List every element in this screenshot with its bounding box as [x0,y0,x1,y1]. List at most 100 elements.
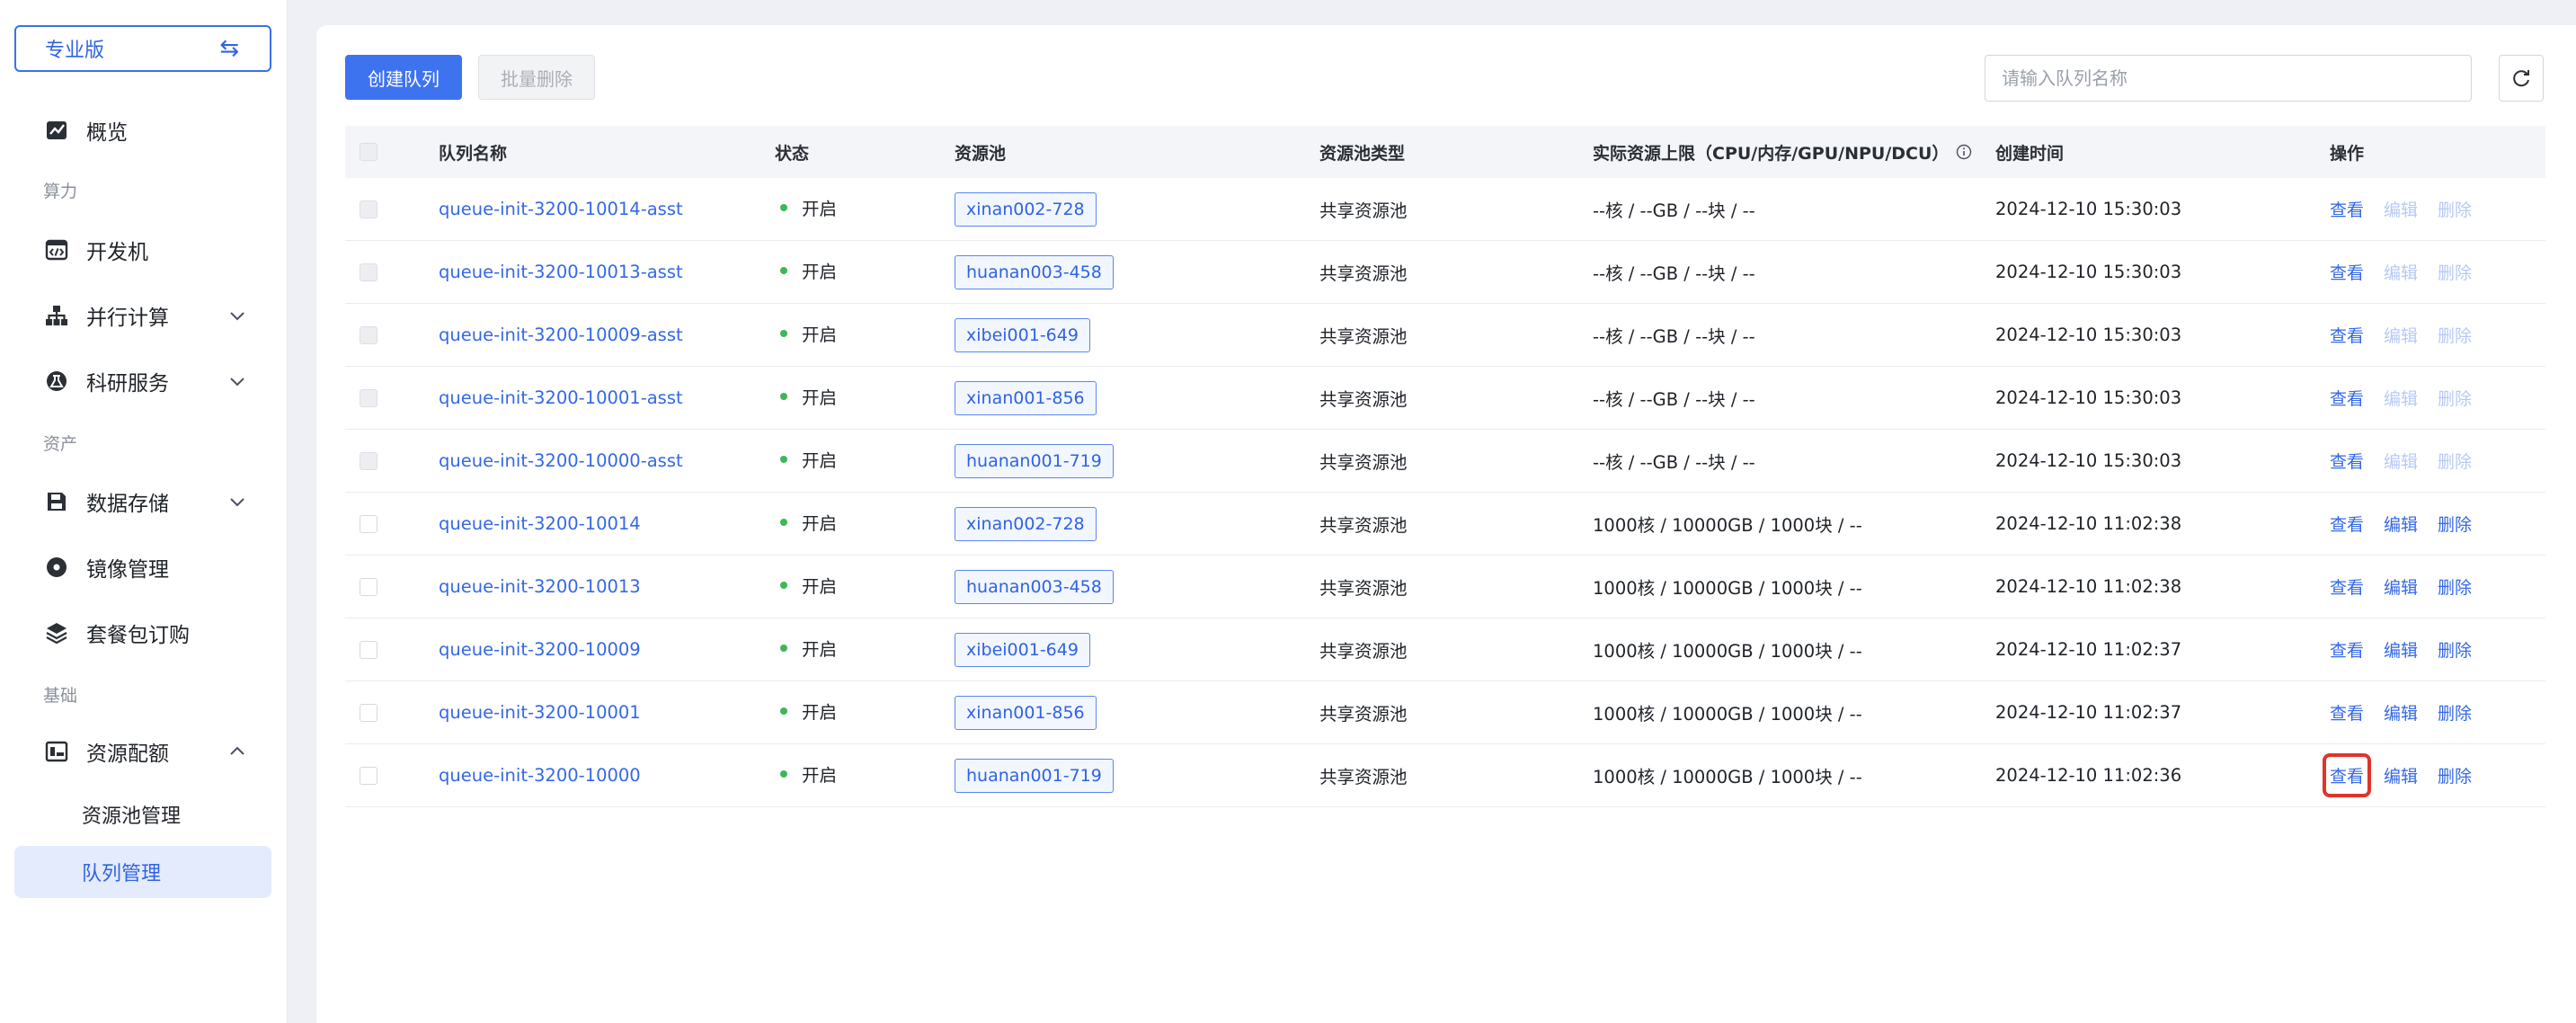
view-link[interactable]: 查看 [2330,700,2364,725]
batch-delete-button[interactable]: 批量删除 [478,55,595,100]
edit-link[interactable]: 编辑 [2384,512,2418,536]
delete-link[interactable]: 删除 [2438,197,2472,221]
edit-link[interactable]: 编辑 [2384,574,2418,599]
edit-link[interactable]: 编辑 [2384,197,2418,221]
status-dot [780,203,787,211]
created-time: 2024-12-10 15:30:03 [1995,325,2182,345]
row-checkbox[interactable] [360,703,378,722]
edit-link[interactable]: 编辑 [2384,763,2418,787]
nav-sub-pool-mgmt[interactable]: 资源池管理 [14,788,271,841]
table-row: queue-init-3200-10014-asst 开启 xinan002-7… [345,178,2545,241]
row-checkbox[interactable] [360,325,378,344]
pool-tag: xibei001-649 [955,632,1090,667]
resource-limit: 1000核 / 10000GB / 1000块 / -- [1593,641,1862,662]
row-checkbox[interactable] [360,388,378,407]
queue-name-link[interactable]: queue-init-3200-10013 [439,576,641,597]
view-link[interactable]: 查看 [2330,449,2364,473]
create-queue-button[interactable]: 创建队列 [345,55,462,100]
edit-link[interactable]: 编辑 [2384,449,2418,473]
nav-item-parallel[interactable]: 并行计算 [14,290,271,341]
swap-arrows-icon: ⇆ [219,35,239,62]
delete-link[interactable]: 删除 [2438,260,2472,284]
save-disk-icon [43,488,70,515]
row-checkbox[interactable] [360,640,378,659]
pool-tag: huanan001-719 [955,758,1114,793]
delete-link[interactable]: 删除 [2438,637,2472,662]
queue-search-input[interactable] [1985,55,2472,102]
row-checkbox[interactable] [360,262,378,281]
created-time: 2024-12-10 11:02:37 [1995,702,2182,723]
delete-link[interactable]: 删除 [2438,449,2472,473]
edit-link[interactable]: 编辑 [2384,323,2418,347]
table-row: queue-init-3200-10013 开启 huanan003-458 共… [345,556,2545,618]
nav-item-research[interactable]: 科研服务 [14,356,271,406]
table-header: 队列名称 状态 资源池 资源池类型 实际资源上限（CPU/内存/GPU/NPU/… [345,126,2545,178]
nav-sub-queue-mgmt[interactable]: 队列管理 [14,846,271,898]
delete-link[interactable]: 删除 [2438,386,2472,410]
flask-icon [43,368,70,395]
nav-item-devbox[interactable]: 开发机 [14,225,271,275]
edition-switch-button[interactable]: 专业版 ⇆ [14,25,271,72]
queue-name-link[interactable]: queue-init-3200-10013-asst [439,262,683,282]
pool-type: 共享资源池 [1319,578,1408,599]
table-body: queue-init-3200-10014-asst 开启 xinan002-7… [345,178,2545,807]
created-time: 2024-12-10 11:02:37 [1995,639,2182,660]
queue-name-link[interactable]: queue-init-3200-10001-asst [439,387,683,408]
chevron-down-icon [230,312,244,321]
view-link[interactable]: 查看 [2330,637,2364,662]
queue-name-link[interactable]: queue-init-3200-10014 [439,513,641,534]
delete-link[interactable]: 删除 [2438,763,2472,787]
edit-link[interactable]: 编辑 [2384,260,2418,284]
nav-item-storage[interactable]: 数据存储 [14,476,271,527]
info-icon[interactable] [1956,144,1972,160]
view-link[interactable]: 查看 [2330,323,2364,347]
view-link[interactable]: 查看 [2330,260,2364,284]
view-link[interactable]: 查看 [2322,753,2372,797]
nav-label: 科研服务 [86,372,169,396]
view-link[interactable]: 查看 [2330,386,2364,410]
view-link[interactable]: 查看 [2330,574,2364,599]
nav-item-quota[interactable]: 资源配额 [14,726,271,777]
select-all-checkbox[interactable] [360,143,378,161]
queue-name-link[interactable]: queue-init-3200-10009 [439,639,641,660]
delete-link[interactable]: 删除 [2438,323,2472,347]
delete-link[interactable]: 删除 [2438,700,2472,725]
view-link[interactable]: 查看 [2330,512,2364,536]
nav-label: 套餐包订购 [86,624,190,647]
sidebar: 专业版 ⇆ 概览 算力 开发机 并行计算 科研服务 资产 数据存储 镜像管理 套… [0,0,288,1023]
resource-limit: --核 / --GB / --块 / -- [1593,263,1755,284]
row-checkbox[interactable] [360,451,378,470]
edit-link[interactable]: 编辑 [2384,700,2418,725]
row-checkbox[interactable] [360,766,378,785]
delete-link[interactable]: 删除 [2438,574,2472,599]
view-link[interactable]: 查看 [2330,197,2364,221]
disc-icon [43,554,70,581]
row-checkbox[interactable] [360,514,378,533]
status-dot [780,518,787,526]
nav-label: 并行计算 [86,307,169,330]
resource-limit: 1000核 / 10000GB / 1000块 / -- [1593,515,1862,536]
status-text: 开启 [802,513,838,534]
row-checkbox[interactable] [360,577,378,596]
pool-type: 共享资源池 [1319,263,1408,284]
edit-link[interactable]: 编辑 [2384,637,2418,662]
queue-name-link[interactable]: queue-init-3200-10009-asst [439,325,683,345]
pool-type: 共享资源池 [1319,452,1408,473]
queue-name-link[interactable]: queue-init-3200-10001 [439,702,641,723]
edit-link[interactable]: 编辑 [2384,386,2418,410]
pool-type: 共享资源池 [1319,200,1408,221]
status-dot [780,455,787,463]
row-checkbox[interactable] [360,200,378,218]
status-dot [780,644,787,652]
refresh-button[interactable] [2499,55,2544,102]
queue-table: 队列名称 状态 资源池 资源池类型 实际资源上限（CPU/内存/GPU/NPU/… [345,126,2545,807]
queue-name-link[interactable]: queue-init-3200-10000-asst [439,450,683,471]
nav-item-overview[interactable]: 概览 [14,105,271,156]
header-name: 队列名称 [439,143,508,164]
queue-name-link[interactable]: queue-init-3200-10000 [439,765,641,786]
queue-name-link[interactable]: queue-init-3200-10014-asst [439,199,683,219]
delete-link[interactable]: 删除 [2438,512,2472,536]
nav-item-images[interactable]: 镜像管理 [14,542,271,592]
created-time: 2024-12-10 11:02:36 [1995,765,2182,786]
nav-item-packages[interactable]: 套餐包订购 [14,608,271,658]
